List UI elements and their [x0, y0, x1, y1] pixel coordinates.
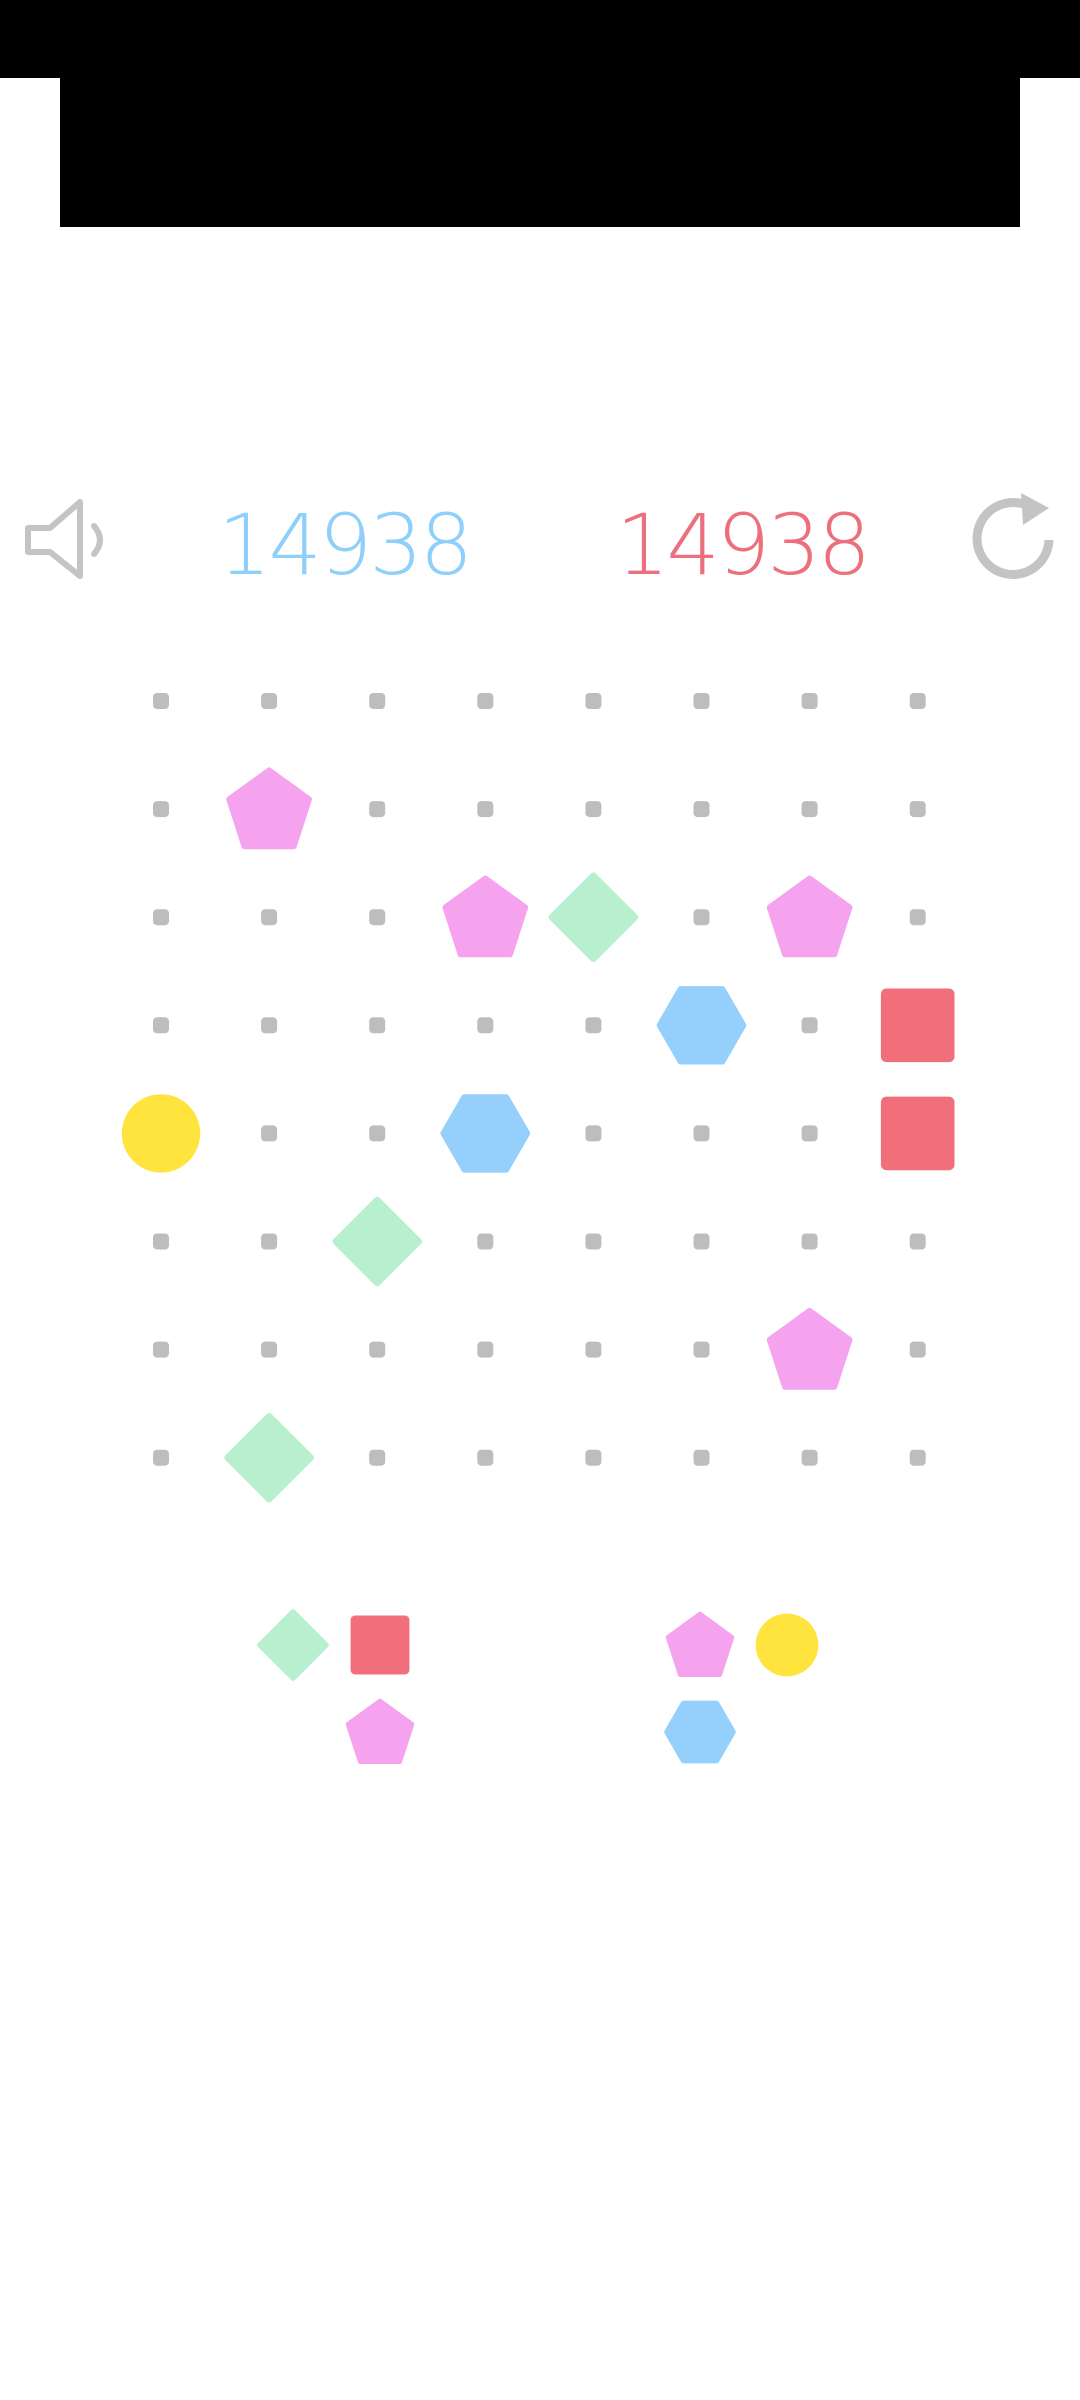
- tray-piece-right[interactable]: [664, 1611, 819, 1764]
- board-cell[interactable]: [369, 1449, 386, 1466]
- board-piece-pink-pentagon: [226, 767, 312, 850]
- board-cell[interactable]: [801, 693, 818, 709]
- board-cell[interactable]: [369, 1341, 386, 1358]
- board-cell[interactable]: [261, 1233, 278, 1250]
- board-cell[interactable]: [909, 693, 926, 709]
- board-cell[interactable]: [153, 693, 169, 709]
- board-cell[interactable]: [801, 1233, 818, 1250]
- board-cell[interactable]: [693, 1449, 710, 1466]
- tray-block-green-diamond: [257, 1609, 329, 1681]
- tray-piece-left[interactable]: [257, 1609, 415, 1765]
- board-piece-red-square: [880, 988, 955, 1063]
- board-cell[interactable]: [261, 1341, 278, 1358]
- board-cell[interactable]: [261, 909, 278, 926]
- board-cell[interactable]: [909, 909, 926, 926]
- board-piece-green-diamond: [332, 1196, 422, 1287]
- board-piece-pink-pentagon: [766, 875, 853, 958]
- board-cell[interactable]: [153, 801, 169, 818]
- board-cell[interactable]: [801, 1449, 818, 1466]
- board-cell[interactable]: [585, 1125, 602, 1142]
- board-cell[interactable]: [153, 1449, 169, 1466]
- board-piece-green-diamond: [548, 872, 639, 962]
- board-cell[interactable]: [909, 1341, 926, 1358]
- tray-block-blue-hexagon: [664, 1700, 736, 1764]
- board-cell[interactable]: [477, 801, 494, 818]
- board-cell[interactable]: [261, 693, 278, 709]
- board-cell[interactable]: [369, 1125, 386, 1142]
- board-cell[interactable]: [369, 1017, 386, 1034]
- game-board[interactable]: [0, 0, 1080, 2400]
- board-cell[interactable]: [585, 693, 602, 709]
- board-cell[interactable]: [477, 1449, 494, 1466]
- board-cell[interactable]: [477, 693, 494, 709]
- board-cell[interactable]: [369, 801, 386, 818]
- board-cell[interactable]: [585, 1449, 602, 1466]
- board-cell[interactable]: [693, 909, 710, 926]
- board-cell[interactable]: [369, 909, 386, 926]
- board-cell[interactable]: [801, 1017, 818, 1034]
- game-screen: 14938 14938: [0, 0, 1080, 2400]
- board-cell[interactable]: [801, 1125, 818, 1142]
- board-cell[interactable]: [153, 1017, 169, 1034]
- board-cell[interactable]: [693, 693, 710, 709]
- board-cell[interactable]: [693, 801, 710, 818]
- board-cell[interactable]: [909, 1449, 926, 1466]
- tray-block-pink-pentagon: [665, 1611, 735, 1678]
- board-cell[interactable]: [909, 1233, 926, 1250]
- board-piece-yellow-circle: [121, 1094, 201, 1173]
- board-cell[interactable]: [585, 1017, 602, 1034]
- board-cell[interactable]: [153, 909, 169, 926]
- tray-block-pink-pentagon: [345, 1698, 415, 1765]
- board-cell[interactable]: [477, 1341, 494, 1358]
- board-piece-green-diamond: [224, 1412, 314, 1503]
- board-cell[interactable]: [693, 1341, 710, 1358]
- board-piece-pink-pentagon: [766, 1307, 853, 1390]
- board-cell[interactable]: [693, 1233, 710, 1250]
- board-cell[interactable]: [693, 1125, 710, 1142]
- board-cell[interactable]: [801, 801, 818, 818]
- board-cell[interactable]: [261, 1017, 278, 1034]
- board-cell[interactable]: [585, 1233, 602, 1250]
- board-cell[interactable]: [585, 1341, 602, 1358]
- board-cell[interactable]: [477, 1017, 494, 1034]
- board-cell[interactable]: [477, 1233, 494, 1250]
- board-cell[interactable]: [369, 693, 386, 709]
- board-piece-blue-hexagon: [440, 1094, 531, 1173]
- board-piece-pink-pentagon: [442, 875, 529, 958]
- board-cell[interactable]: [585, 801, 602, 818]
- board-cell[interactable]: [153, 1233, 169, 1250]
- board-cell[interactable]: [261, 1125, 278, 1142]
- board-piece-blue-hexagon: [656, 986, 747, 1065]
- tray-block-yellow-circle: [755, 1613, 819, 1677]
- board-cell[interactable]: [909, 801, 926, 818]
- tray-block-red-square: [350, 1615, 410, 1675]
- board-piece-red-square: [880, 1096, 955, 1171]
- board-cell[interactable]: [153, 1341, 169, 1358]
